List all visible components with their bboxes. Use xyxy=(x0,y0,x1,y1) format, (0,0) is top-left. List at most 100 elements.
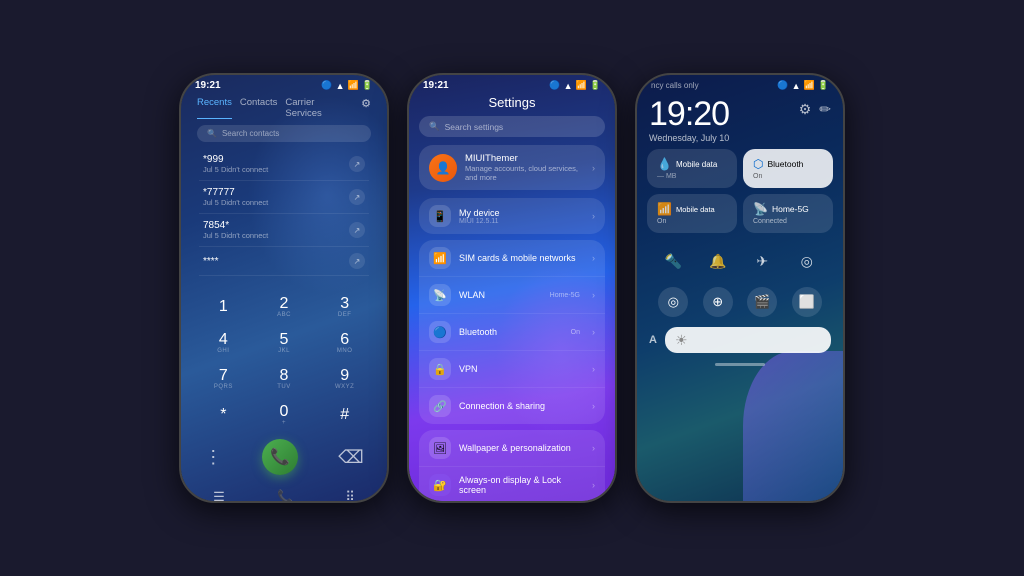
tab-recents[interactable]: Recents xyxy=(197,97,232,119)
key-4[interactable]: 4GHI xyxy=(195,327,252,359)
tile-mobile-data[interactable]: 💧 Mobile data — MB xyxy=(647,149,737,188)
wifi-tile-sub: Connected xyxy=(753,218,823,225)
device-icon: 📱 xyxy=(429,205,451,227)
cc-time: 19:20 xyxy=(649,97,729,131)
key-2[interactable]: 2ABC xyxy=(256,291,313,323)
nav-phone-icon[interactable]: 📞 xyxy=(277,489,293,501)
mobile-data-icon: 💧 xyxy=(657,157,672,171)
wallpaper-arrow: › xyxy=(592,443,595,453)
settings-icon[interactable]: ⚙ xyxy=(361,97,371,119)
key-7[interactable]: 7PQRS xyxy=(195,363,252,395)
call-button[interactable]: 📞 xyxy=(262,439,298,475)
status-bar-1: 19:21 🔵 ▲ 📶 🔋 xyxy=(181,75,387,93)
key-hash[interactable]: # xyxy=(316,399,373,431)
brightness-slider[interactable]: ☀ xyxy=(665,327,831,353)
call-item-2[interactable]: *77777 Jul 5 Didn't connect ↗ xyxy=(199,181,369,214)
numpad-menu[interactable]: ⋮ xyxy=(204,447,222,468)
call-number-1: *999 xyxy=(203,154,268,165)
call-action-3[interactable]: ↗ xyxy=(349,222,365,238)
search-contacts[interactable]: 🔍 Search contacts xyxy=(197,125,371,142)
tab-carrier[interactable]: Carrier Services xyxy=(285,97,353,119)
call-item-3[interactable]: 7854* Jul 5 Didn't connect ↗ xyxy=(199,214,369,247)
settings-search[interactable]: 🔍 Search settings xyxy=(419,116,605,137)
brightness-row: A ☀ xyxy=(637,321,843,359)
settings-bluetooth[interactable]: 🔵 Bluetooth On › xyxy=(419,314,605,351)
status-bar-2: 19:21 🔵 ▲ 📶 🔋 xyxy=(409,75,615,93)
focus-btn[interactable]: ◎ xyxy=(793,247,821,275)
wlan-arrow: › xyxy=(592,290,595,300)
nav-apps-icon[interactable]: ⠿ xyxy=(345,489,355,501)
search-placeholder-2: Search settings xyxy=(445,122,504,132)
connection-arrow: › xyxy=(592,401,595,411)
dialer-top: Recents Contacts Carrier Services ⚙ 🔍 Se… xyxy=(181,93,387,276)
flashlight-btn[interactable]: 🔦 xyxy=(659,247,687,275)
scan-btn[interactable]: ⊕ xyxy=(703,287,733,317)
camera-btn[interactable]: 🎬 xyxy=(747,287,777,317)
settings-aod[interactable]: 🔐 Always-on display & Lock screen › xyxy=(419,467,605,501)
notification-btn[interactable]: 🔔 xyxy=(704,247,732,275)
cc-edit-icon[interactable]: ✏ xyxy=(819,101,831,118)
nav-menu-icon[interactable]: ☰ xyxy=(213,489,225,501)
tile-data-indicator[interactable]: 📶 Mobile data On xyxy=(647,194,737,233)
key-star[interactable]: * xyxy=(195,399,252,431)
settings-section-network: 📶 SIM cards & mobile networks › 📡 WLAN H… xyxy=(419,240,605,424)
call-item-4[interactable]: **** ↗ xyxy=(199,247,369,276)
phone-2: 19:21 🔵 ▲ 📶 🔋 Settings 🔍 Search settings… xyxy=(407,73,617,503)
settings-connection[interactable]: 🔗 Connection & sharing › xyxy=(419,388,605,424)
tab-contacts[interactable]: Contacts xyxy=(240,97,278,119)
wlan-icon: 📡 xyxy=(429,284,451,306)
key-9[interactable]: 9WXYZ xyxy=(316,363,373,395)
call-action-4[interactable]: ↗ xyxy=(349,253,365,269)
phone-3: ncy calls only 🔵 ▲ 📶 🔋 19:20 Wednesday, … xyxy=(635,73,845,503)
call-date-1: Jul 5 Didn't connect xyxy=(203,165,268,174)
bottom-nav-1: ☰ 📞 ⠿ xyxy=(181,483,387,501)
call-item-1[interactable]: *999 Jul 5 Didn't connect ↗ xyxy=(199,148,369,181)
bluetooth-tile-sub: On xyxy=(753,173,823,180)
cc-action-row: ◎ ⊕ 🎬 ⬜ xyxy=(637,283,843,321)
vpn-arrow: › xyxy=(592,364,595,374)
airplane-btn[interactable]: ✈ xyxy=(748,247,776,275)
settings-vpn[interactable]: 🔒 VPN › xyxy=(419,351,605,388)
connection-icon: 🔗 xyxy=(429,395,451,417)
key-3[interactable]: 3DEF xyxy=(316,291,373,323)
cc-settings-icon[interactable]: ⚙ xyxy=(799,101,812,118)
device-arrow: › xyxy=(592,211,595,221)
numpad-backspace[interactable]: ⌫ xyxy=(338,447,363,468)
tile-wifi[interactable]: 📡 Home-5G Connected xyxy=(743,194,833,233)
call-date-2: Jul 5 Didn't connect xyxy=(203,198,268,207)
bluetooth-label: Bluetooth xyxy=(459,327,563,337)
settings-my-device[interactable]: 📱 My device MIUI 12.5.11 › xyxy=(419,198,605,234)
call-number-2: *77777 xyxy=(203,187,268,198)
phone-1: 19:21 🔵 ▲ 📶 🔋 Recents Contacts Carrier S… xyxy=(179,73,389,503)
home-indicator[interactable] xyxy=(715,363,765,366)
search-icon-1: 🔍 xyxy=(207,129,217,138)
key-6[interactable]: 6MNO xyxy=(316,327,373,359)
settings-sim[interactable]: 📶 SIM cards & mobile networks › xyxy=(419,240,605,277)
mobile-data-label: Mobile data xyxy=(676,160,717,169)
key-5[interactable]: 5JKL xyxy=(256,327,313,359)
status-icons-1: 🔵 ▲ 📶 🔋 xyxy=(321,80,373,91)
settings-section-display: 🖼 Wallpaper & personalization › 🔐 Always… xyxy=(419,430,605,501)
key-1[interactable]: 1 xyxy=(195,291,252,323)
call-action-2[interactable]: ↗ xyxy=(349,189,365,205)
brightness-icon: ☀ xyxy=(675,332,688,349)
location-btn[interactable]: ◎ xyxy=(658,287,688,317)
key-0[interactable]: 0+ xyxy=(256,399,313,431)
settings-wlan[interactable]: 📡 WLAN Home-5G › xyxy=(419,277,605,314)
sim-icon: 📶 xyxy=(429,247,451,269)
call-date-3: Jul 5 Didn't connect xyxy=(203,231,268,240)
tile-bluetooth[interactable]: ⬡ Bluetooth On xyxy=(743,149,833,188)
settings-wallpaper[interactable]: 🖼 Wallpaper & personalization › xyxy=(419,430,605,467)
numpad-bottom: ⋮ 📞 ⌫ xyxy=(195,435,373,479)
bluetooth-arrow: › xyxy=(592,327,595,337)
status-icons-3: 🔵 ▲ 📶 🔋 xyxy=(777,80,829,91)
wlan-label: WLAN xyxy=(459,290,542,300)
settings-profile[interactable]: 👤 MIUIThemer Manage accounts, cloud serv… xyxy=(419,145,605,190)
call-action-1[interactable]: ↗ xyxy=(349,156,365,172)
aod-label: Always-on display & Lock screen xyxy=(459,475,584,495)
key-8[interactable]: 8TUV xyxy=(256,363,313,395)
status-time-1: 19:21 xyxy=(195,80,221,91)
brightness-label-a: A xyxy=(649,334,657,346)
screen-btn[interactable]: ⬜ xyxy=(792,287,822,317)
phone-1-screen: 19:21 🔵 ▲ 📶 🔋 Recents Contacts Carrier S… xyxy=(181,75,387,501)
